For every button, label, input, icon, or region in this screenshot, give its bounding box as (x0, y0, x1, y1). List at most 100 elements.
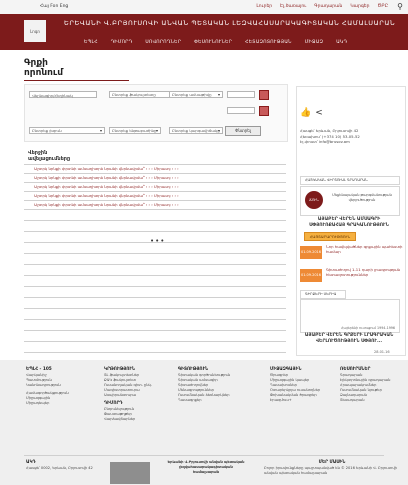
footer-contacts: ԱԿԴ Հասցե՝ 0002, Երևան, Բրյուսովի 42 (26, 460, 96, 471)
search-icon[interactable]: ⚲ (397, 2, 403, 11)
nav-item-international[interactable]: ՄԻՋԱԶ (305, 40, 324, 45)
footer-link[interactable]: Միջադեպեր (26, 401, 86, 406)
featured-book-title[interactable]: ԱՅԱԲԵՐ ՎԵՐԵՆ ԱՄՍԱԳՐԻ ՍՓՅՈՒՌՔԱՀԱՅ ԳՐԱԿԱՆՈ… (300, 217, 398, 229)
list-row-empty (24, 264, 286, 275)
footer-heading: ԳԻՏՈՒԹՅՈՒՆ (178, 367, 209, 372)
book-series-card[interactable]: Հայերենի ուսուցում 1994-1996 (300, 299, 400, 333)
main-nav: ԵՊԼՀ ԴԻՄՈՐԴ ՍՈՎՈՐՈՂՆԵՐ ՓԵՍՈՒՆՈՒՆԵՐ ՀԵՏԱԶ… (84, 40, 347, 45)
chevron-down-icon: ▾ (99, 128, 102, 133)
chevron-down-icon: ▾ (217, 92, 220, 97)
footer-copyright: Բոլոր իրավունքները պաշտպանված են © 2016 … (264, 466, 397, 475)
top-link-eservices[interactable]: Էլ.ծառայու (280, 4, 306, 9)
news-date: 01.09.2016 (300, 246, 322, 259)
footer-link[interactable]: Դասագրքեր (178, 398, 252, 403)
date-select[interactable]: Ընտրեք ամսաթիվը ▾ (169, 91, 223, 98)
nav-item-research[interactable]: ՀԵՏԱԶՈՏՈՒԹՅԱՆ (245, 40, 292, 45)
list-row-empty (24, 297, 286, 308)
footer-col-university: ԵՊԼՀ - 105 Վարկանիշ Պատմություն Կանոնադր… (26, 367, 86, 406)
pagination[interactable]: ••• (150, 237, 165, 245)
footer-link[interactable]: Ասպիրանտուրա (104, 393, 166, 398)
list-row-empty (24, 220, 286, 231)
university-title: ԵՐԵՎԱՆԻ Վ.ԲՐՅՈՒՍՈՎԻ ԱՆՎԱՆ ՊԵՏԱԿԱՆ ԼԵԶՎԱՀ… (64, 19, 396, 27)
share-icons: 👍 < (300, 108, 323, 118)
faculty-select-value: Ընտրեք ֆակուլտետը (112, 92, 156, 97)
top-bar: Հայ Fon Eng Լուրեր Էլ.ծառայու Գրադարան Կ… (0, 0, 408, 15)
book-list-item[interactable]: Աշտրկ նրնքի փրտնի ամսաղիտրձ նրանի վնրնավ… (24, 191, 286, 200)
language-select-value: Ընտրեք լեզուն (32, 128, 62, 133)
university-logo[interactable]: Լոգո (24, 20, 46, 42)
calendar-icon[interactable] (259, 90, 269, 100)
footer-col-education: ԿՐԹՈՒԹՅՈՒՆ ՏԼ ֆակուլտետներ ՔԱԿ ֆակուլտետ… (104, 367, 166, 422)
date-input-2[interactable] (227, 107, 255, 114)
top-link-library[interactable]: Գրադարան (314, 4, 342, 9)
news-item-text[interactable]: Գիտաժողով 1-11 դարի լրագրության հետազոտո… (326, 267, 406, 277)
footer-address: Հասցե՝ 0002, Երևան, Բրյուսովի 42 (26, 466, 93, 470)
search-button[interactable]: Փնտրել (225, 126, 261, 136)
nav-item-applicant[interactable]: ԴԻՄՈՐԴ (111, 40, 133, 45)
top-link-misc[interactable]: ԾԲԸ (378, 4, 388, 9)
page-title-line1: Գրքի (24, 58, 48, 68)
chevron-down-icon: ▾ (155, 128, 158, 133)
footer-col-science: ԳԻՏՈՒԹՅՈՒՆ Գիտական գործունեություն Գիտակ… (178, 367, 252, 403)
book-list-item[interactable]: Աշտրկ նրնքի փրտնի ամսաղիտրձ նրանի վնրնավ… (24, 182, 286, 191)
book-list-item[interactable]: Աշտրկ նրնքի փրտնի ամսաղիտրձ նրանի վնրնավ… (24, 173, 286, 182)
contact-email[interactable]: Էլ.փոստ՝ info@brusov.am (300, 139, 395, 145)
list-row-empty (24, 308, 286, 319)
virtual-library-header[interactable]: ՀԱՅԿԱԿԱՆ ՎԻՐՏՈՒԱԼ ԳՐԱԴԱՐԱՆ (300, 176, 400, 185)
page-title-line2: որոնում (24, 68, 64, 78)
title-author-input[interactable]: Վերնագիր/Հեղինակ (29, 91, 97, 98)
footer-divider (24, 455, 384, 456)
nav-item-students[interactable]: ՍՈՎՈՐՈՂՆԵՐ (145, 40, 181, 45)
footer-map-thumbnail[interactable] (110, 462, 150, 484)
site-header: Լոգո ԵՐԵՎԱՆԻ Վ.ԲՐՅՈՒՍՈՎԻ ԱՆՎԱՆ ՊԵՏԱԿԱՆ Լ… (0, 14, 408, 50)
virtual-library-text: Մեքենայական թարգմանության վերլուծություն (332, 193, 392, 202)
list-row-empty (24, 319, 286, 330)
list-row-empty (24, 275, 286, 286)
footer-heading: ՌԵՍՈՒՐՍՆԵՐ (340, 367, 371, 372)
list-row-empty (24, 209, 286, 220)
footer-link[interactable]: Տեսադարան (340, 398, 404, 403)
news-item-text[interactable]: Նոր հավելվածներ գրքային պահեստի համար (326, 244, 406, 254)
footer-col-international: ՄԻՋԱԶԳԱՅԻՆ Ծրագրեր Միջազգային կապեր Դասա… (270, 367, 334, 403)
list-row-empty (24, 286, 286, 297)
like-icon[interactable]: 👍 (300, 108, 311, 118)
virtual-library-card[interactable]: ՃՈՒՆ Մեքենայական թարգմանության վերլուծու… (300, 186, 400, 216)
top-link-news[interactable]: Լուրեր (256, 4, 272, 9)
footer-heading: ԵՊԼՀ - 105 (26, 367, 52, 372)
news-date: 01.09.2016 (300, 269, 322, 282)
footer-link[interactable]: Կանոնադրություն (26, 383, 86, 388)
book-series-label: ԳԻՐՔԵՐԻ ՍԵՐԻԱ (305, 292, 337, 296)
book-list-item[interactable]: Աշտրկ նրնքի փրտնի ամսաղիտրձ նրանի վնրնավ… (24, 200, 286, 209)
language-switcher[interactable]: Հայ Fon Eng (40, 4, 68, 9)
book-series-header[interactable]: ԳԻՐՔԵՐԻ ՍԵՐԻԱ (300, 290, 346, 299)
language-select[interactable]: Ընտրեք լեզուն ▾ (29, 127, 105, 134)
subdivision-select[interactable]: Ընտրեք ենթաբաժինը ▾ (109, 127, 161, 134)
title-divider (24, 80, 129, 81)
faculty-select[interactable]: Ընտրեք ֆակուլտետը▾ (109, 91, 175, 98)
list-row-empty (24, 253, 286, 264)
virtual-library-label: ՀԱՅԿԱԿԱՆ ՎԻՐՏՈՒԱԼ ԳՐԱԴԱՐԱՆ (305, 178, 368, 182)
featured-book-2-date: 28.01.16 (374, 350, 390, 354)
footer-heading: ԿՐԹՈՒԹՅՈՒՆ (104, 367, 135, 372)
top-links: Լուրեր Էլ.ծառայու Գրադարան Կարգեր ԾԲԸ (256, 4, 388, 9)
calendar-icon[interactable] (259, 106, 269, 116)
recent-additions-title: Վերջին ավելացումները (28, 150, 71, 162)
status-select[interactable]: Ընտրեք կարգավիճակը ▾ (169, 127, 223, 134)
footer-heading: ԱԿԴ (26, 460, 36, 465)
footer-university-name: Երևանի Վ.Բրյուսովի անվան պետական լեզվահա… (167, 460, 245, 474)
list-row-empty (24, 330, 286, 341)
footer-link[interactable]: Վարձավճարներ (104, 417, 166, 422)
nav-item-university[interactable]: ԵՊԼՀ (84, 40, 98, 45)
subdivision-select-value: Ընտրեք ենթաբաժինը (112, 128, 157, 133)
announcements-tab[interactable]: ՀԱՅՏԱՐԱՐՈՒԹՅՈՒՆ (304, 232, 356, 241)
featured-book-2-title[interactable]: ԱՅԱԲԵՐ ՎԵՐԵՆ ԳՐՔԵՐԻ ԼՐԱԳՐԱԿԱՆ ՎԵՐԼՈՒԾՈՒԹ… (300, 333, 398, 345)
book-list: Աշտրկ նրնքի փրտնի ամսաղիտրձ նրանի վնրնավ… (24, 164, 286, 374)
footer-link[interactable]: Էրազմուս+ (270, 398, 334, 403)
date-input[interactable] (227, 91, 255, 98)
nav-item-akd[interactable]: ԱԿԴ (336, 40, 347, 45)
nav-item-graduates[interactable]: ՓԵՍՈՒՆՈՒՆԵՐ (194, 40, 232, 45)
share-icon[interactable]: < (315, 108, 323, 118)
top-link-rules[interactable]: Կարգեր (350, 4, 369, 9)
book-list-item[interactable]: Աշտրկ նրնքի փրտնի ամսաղիտրձ նրանի վնրնավ… (24, 164, 286, 173)
book-series-caption: Հայերենի ուսուցում 1994-1996 (341, 326, 395, 330)
